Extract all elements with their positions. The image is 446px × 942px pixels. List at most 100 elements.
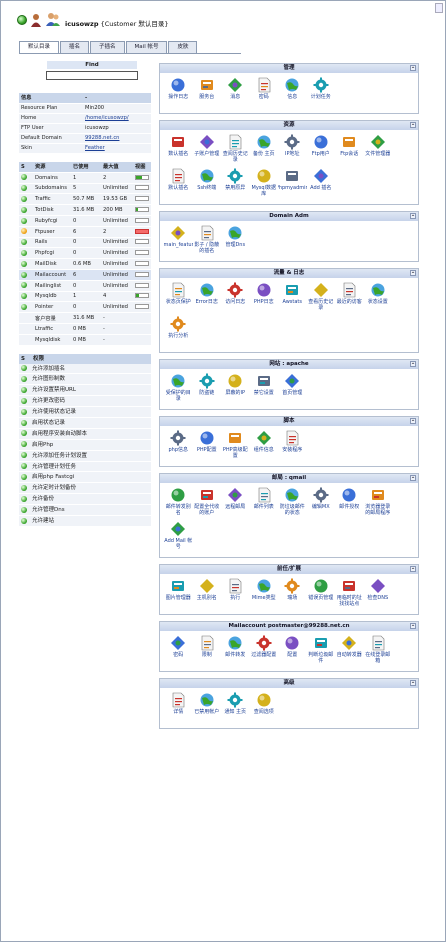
scrollbar-up[interactable] [435, 3, 443, 13]
panel-link[interactable]: Ftp会话 [335, 134, 364, 168]
panel-link[interactable]: 屏蔽的IP [221, 373, 250, 407]
collapse-icon[interactable]: ^ [410, 475, 416, 481]
panel-link[interactable]: 首页管理 [278, 373, 307, 407]
skin-link[interactable]: Feather [85, 145, 105, 151]
panel-link[interactable]: 瑞场 [278, 578, 307, 612]
panel-link[interactable]: 过滤器配置 [250, 635, 279, 669]
panel: 前任/扩展 ^ 图片管理器 主机别名 执行 Mime类型 瑞场 错误页管理 用临时的址找找站点检… [159, 564, 419, 615]
panel-link[interactable]: 计划任务 [307, 77, 336, 111]
panel-link[interactable]: 在线登录邮箱 [364, 635, 393, 669]
panel-link[interactable]: 执行 [221, 578, 250, 612]
panel-link[interactable]: 远程邮局 [221, 487, 250, 521]
panel-link[interactable]: Phpmyadmin [278, 168, 307, 202]
panel-link[interactable]: 密码 [250, 77, 279, 111]
panel-link[interactable]: 查阅选项 [250, 692, 279, 726]
panel-link[interactable]: 受保护的目录 [164, 373, 193, 407]
feature-icon [257, 376, 270, 386]
panel-link[interactable]: 邮件列表 [250, 487, 279, 521]
panel-link[interactable]: php信息 [164, 430, 193, 464]
panel-link[interactable]: Ftp用户 [307, 134, 336, 168]
panel-link[interactable]: 管理Dns [221, 225, 250, 259]
panel-link[interactable]: 操作日志 [164, 77, 193, 111]
panel-link[interactable]: 子账户管理 [193, 134, 222, 168]
panel-link[interactable]: 主机别名 [193, 578, 222, 612]
panel-link[interactable]: 备份 主页 [250, 134, 279, 168]
panel-link[interactable]: 图片管理器 [164, 578, 193, 612]
panel-link[interactable]: 判断垃圾邮件 [307, 635, 336, 669]
find-input[interactable] [46, 71, 138, 80]
tab-subdomains[interactable]: 子插名 [90, 41, 125, 53]
collapse-icon[interactable]: ^ [410, 213, 416, 219]
panel-link[interactable]: Add 插名 [307, 168, 336, 202]
panel-link[interactable]: 错误页管理 [307, 578, 336, 612]
panel-link[interactable]: 用临时的址找找站点 [335, 578, 364, 612]
panel-link[interactable]: 防垃圾邮件的状态 [278, 487, 307, 521]
feature-icon [313, 77, 329, 93]
panel-link[interactable]: 浏览器登录的邮局程序 [364, 487, 393, 521]
collapse-icon[interactable]: ^ [410, 65, 416, 71]
panel-link[interactable]: Error日志 [193, 282, 222, 316]
panel-link[interactable]: 禁用原异 [221, 168, 250, 202]
panel-link[interactable]: 默认插名 [164, 168, 193, 202]
panel-link[interactable]: PHP高级配置 [221, 430, 250, 464]
panel-link[interactable]: 影子 / 隐蔽的插名 [193, 225, 222, 259]
panel-link[interactable]: 编辑MX [307, 487, 336, 521]
default-domain-link[interactable]: 99288.net.cn [85, 135, 119, 141]
panel-link[interactable]: 服务台 [193, 77, 222, 111]
panel-link[interactable]: 配置 [278, 635, 307, 669]
collapse-icon[interactable]: ^ [410, 566, 416, 572]
panel-link[interactable]: 安装程序 [278, 430, 307, 464]
panel-link-label: 限制 [201, 652, 212, 658]
panel-link[interactable]: domain_features [164, 225, 193, 259]
panel-link[interactable]: 文件管理器 [364, 134, 393, 168]
panel-link[interactable]: PHP配置 [193, 430, 222, 464]
feature-icon [284, 134, 300, 150]
panel-link[interactable]: 最近的访客 [335, 282, 364, 316]
panel-link[interactable]: PHP日志 [250, 282, 279, 316]
panel-link[interactable]: 信息 [278, 77, 307, 111]
panel-link[interactable]: Add Mail 帐号 [164, 521, 193, 555]
panel-link[interactable]: 自动转发器 [335, 635, 364, 669]
tab-domains[interactable]: 插名 [60, 41, 90, 53]
panel-link[interactable]: 已禁用帐户 [193, 692, 222, 726]
panel-link[interactable]: 邮件授权 [335, 487, 364, 521]
panel-link[interactable]: 执行分析 [164, 316, 193, 350]
collapse-icon[interactable]: ^ [410, 680, 416, 686]
panel-link[interactable]: Mime类型 [250, 578, 279, 612]
resource-used: 31.6 MB [71, 312, 101, 324]
ok-status-icon [21, 397, 27, 404]
panel-link[interactable]: Mysql数据库 [250, 168, 279, 202]
panel-link[interactable]: 配置全代收的账户 [193, 487, 222, 521]
panel-link[interactable]: 邮件转发别名 [164, 487, 193, 521]
panel-link[interactable]: 邮件转发 [221, 635, 250, 669]
panel-link[interactable]: 查阅历史记录 [221, 134, 250, 168]
panel-link[interactable]: 防盗链 [193, 373, 222, 407]
panel-link[interactable]: 密码 [164, 635, 193, 669]
panel-link[interactable]: 数认插名 [164, 134, 193, 168]
collapse-icon[interactable]: ^ [410, 418, 416, 424]
panel-link[interactable]: IP地址 [278, 134, 307, 168]
panel-link[interactable]: 查看历史记录 [307, 282, 336, 316]
panel-link[interactable]: Awstats [278, 282, 307, 316]
usage-bar [135, 217, 149, 223]
collapse-icon[interactable]: ^ [410, 122, 416, 128]
panel-link[interactable]: 详情 [164, 692, 193, 726]
tab-mail-accounts[interactable]: Mail 帐号 [125, 41, 168, 53]
home-link[interactable]: /home/icusowzp/ [85, 115, 129, 121]
resource-row: MailDisk 0.6 MB Unlimited [19, 258, 151, 270]
panel-link[interactable]: 限制 [193, 635, 222, 669]
panel-link[interactable]: Ssh终端 [193, 168, 222, 202]
panel-link[interactable]: 通知 主页 [221, 692, 250, 726]
panel-link[interactable]: 状态设置 [364, 282, 393, 316]
panel-link[interactable]: 状态页保护 [164, 282, 193, 316]
collapse-icon[interactable]: ^ [410, 270, 416, 276]
panel-link[interactable]: 访问日志 [221, 282, 250, 316]
panel-link[interactable]: 组件信息 [250, 430, 279, 464]
tab-skin[interactable]: 皮肤 [168, 41, 198, 53]
panel-link[interactable]: 检查DNS [364, 578, 393, 612]
feature-icon [172, 581, 185, 591]
collapse-icon[interactable]: ^ [410, 361, 416, 367]
panel-link[interactable]: 消息 [221, 77, 250, 111]
panel-link[interactable]: 禁它设置 [250, 373, 279, 407]
collapse-icon[interactable]: ^ [410, 623, 416, 629]
